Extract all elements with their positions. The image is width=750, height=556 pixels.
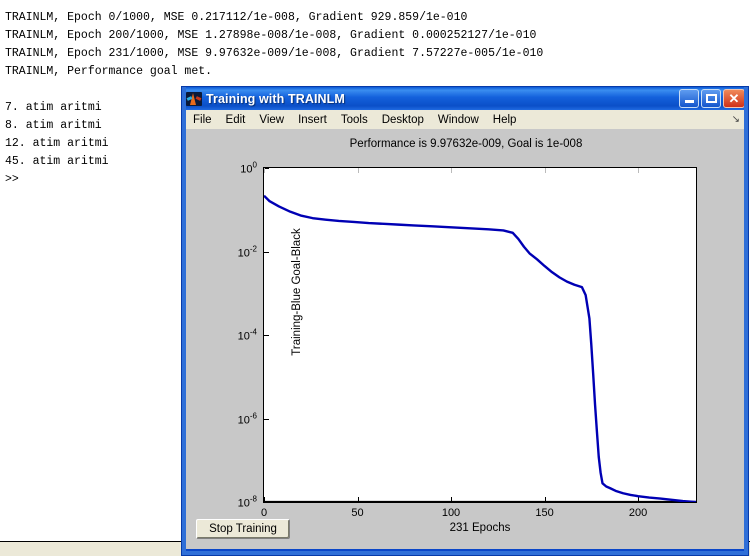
y-axis-tick-label: 100 [240, 160, 257, 176]
screen: TRAINLM, Epoch 0/1000, MSE 0.217112/1e-0… [0, 0, 750, 556]
performance-curve-svg [264, 168, 696, 502]
matlab-icon [186, 91, 202, 106]
window-frame-right [744, 87, 748, 555]
dock-arrow-icon[interactable]: ↘ [732, 114, 740, 125]
menu-item-desktop[interactable]: Desktop [375, 113, 431, 127]
x-axis-tick-label: 50 [351, 507, 364, 519]
menu-item-view[interactable]: View [252, 113, 291, 127]
command-output-line: 8. atim aritmi [5, 119, 102, 132]
menu-item-insert[interactable]: Insert [291, 113, 334, 127]
close-button[interactable]: ✕ [723, 89, 745, 108]
command-output-line: 12. atim aritmi [5, 137, 109, 150]
y-axis-tick-label: 10-2 [237, 244, 257, 259]
figure-canvas: Performance is 9.97632e-009, Goal is 1e-… [186, 129, 746, 549]
chart-title: Performance is 9.97632e-009, Goal is 1e-… [349, 138, 583, 150]
command-output-line: TRAINLM, Epoch 231/1000, MSE 9.97632e-00… [5, 47, 544, 60]
x-axis-tick-label: 100 [441, 507, 461, 519]
menu-item-tools[interactable]: Tools [334, 113, 375, 127]
menu-item-file[interactable]: File [186, 113, 219, 127]
menu-item-help[interactable]: Help [486, 113, 524, 127]
menu-item-window[interactable]: Window [431, 113, 486, 127]
x-axis-tick-label: 200 [628, 507, 648, 519]
y-axis-tick-label: 10-8 [237, 494, 257, 510]
y-axis-tick-label: 10-4 [237, 327, 257, 343]
minimize-button[interactable] [679, 89, 699, 108]
training-curve-series [264, 196, 696, 502]
menu-item-edit[interactable]: Edit [219, 113, 253, 127]
command-output-line: TRAINLM, Epoch 0/1000, MSE 0.217112/1e-0… [5, 11, 468, 24]
training-figure-window[interactable]: Training with TRAINLM ✕ File Edit View I… [181, 86, 749, 556]
command-output-line: TRAINLM, Epoch 200/1000, MSE 1.27898e-00… [5, 29, 537, 42]
window-frame-left [182, 87, 186, 555]
minimize-icon [685, 100, 694, 103]
y-axis-tick-label: 10-6 [237, 411, 257, 426]
y-axis-tick [264, 502, 269, 503]
window-buttons: ✕ [679, 89, 745, 108]
stop-training-button[interactable]: Stop Training [196, 519, 290, 539]
maximize-button[interactable] [701, 89, 721, 108]
figure-menubar: File Edit View Insert Tools Desktop Wind… [186, 110, 746, 130]
x-axis-label: 231 Epochs [449, 522, 511, 534]
command-output-line: 7. atim aritmi [5, 101, 102, 114]
command-prompt[interactable]: >> [5, 173, 19, 186]
x-axis-tick-label: 150 [535, 507, 554, 519]
close-icon: ✕ [728, 91, 740, 106]
performance-plot-axes: Training-Blue Goal-Black 100 10-2 10-4 1… [238, 161, 697, 534]
command-output-line: TRAINLM, Performance goal met. [5, 65, 213, 78]
command-output-line: 45. atim aritmi [5, 155, 109, 168]
x-axis-tick-label: 0 [260, 507, 268, 519]
figure-titlebar[interactable]: Training with TRAINLM ✕ [182, 87, 748, 110]
figure-window-title: Training with TRAINLM [206, 91, 345, 106]
maximize-icon [706, 94, 717, 103]
window-frame-bottom [182, 551, 748, 555]
